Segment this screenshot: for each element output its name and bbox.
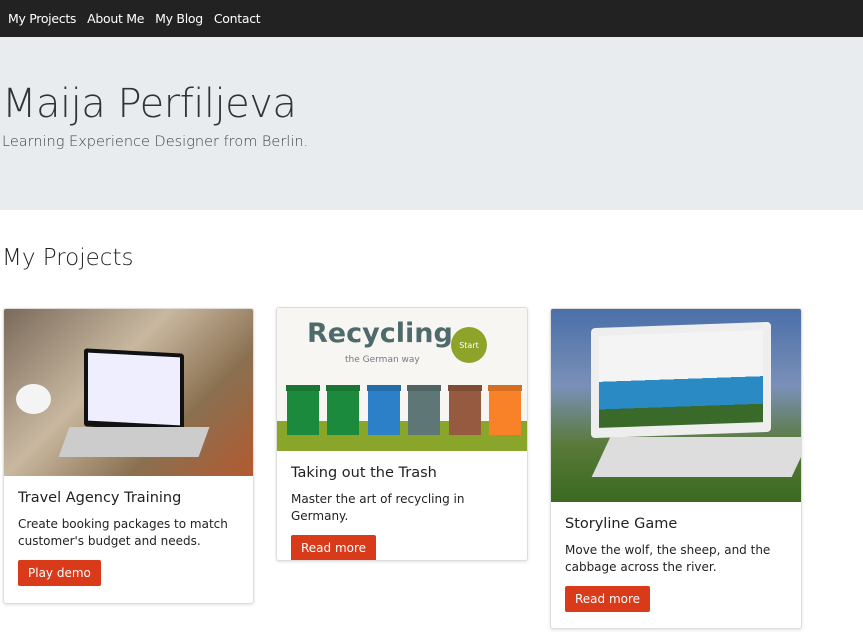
project-description: Master the art of recycling in Germany. (291, 492, 465, 523)
recycling-tagline: the German way (345, 355, 420, 365)
hero: Maija Perfiljeva Learning Experience Des… (0, 37, 863, 210)
project-description: Move the wolf, the sheep, and the cabbag… (565, 543, 771, 574)
nav-my-blog[interactable]: My Blog (155, 11, 203, 26)
nav-my-projects[interactable]: My Projects (8, 11, 76, 26)
read-more-button[interactable]: Read more (291, 535, 377, 560)
storyline-game-image (551, 309, 801, 502)
project-description: Create booking packages to match custome… (18, 517, 228, 548)
project-title: Storyline Game (565, 516, 678, 532)
recycling-logo-text: Recycling (307, 318, 453, 349)
hero-subtitle: Learning Experience Designer from Berlin… (2, 134, 309, 150)
nav-about-me[interactable]: About Me (87, 11, 144, 26)
navbar: My Projects About Me My Blog Contact (0, 0, 863, 37)
nav-contact[interactable]: Contact (214, 11, 261, 26)
project-title: Taking out the Trash (291, 465, 437, 481)
project-card-storyline: Storyline Game Move the wolf, the sheep,… (550, 308, 802, 629)
project-card-travel: Travel Agency Training Create booking pa… (3, 308, 254, 604)
read-more-button[interactable]: Read more (565, 586, 651, 612)
hero-title: Maija Perfiljeva (2, 81, 297, 127)
start-badge: Start (451, 327, 487, 363)
play-demo-button[interactable]: Play demo (18, 560, 101, 586)
project-title: Travel Agency Training (18, 490, 182, 506)
recycling-image: Recycling the German way Start (277, 308, 527, 451)
section-title: My Projects (2, 245, 134, 271)
project-card-trash: Recycling the German way Start Taking ou… (276, 307, 528, 561)
travel-agency-image (4, 309, 253, 476)
